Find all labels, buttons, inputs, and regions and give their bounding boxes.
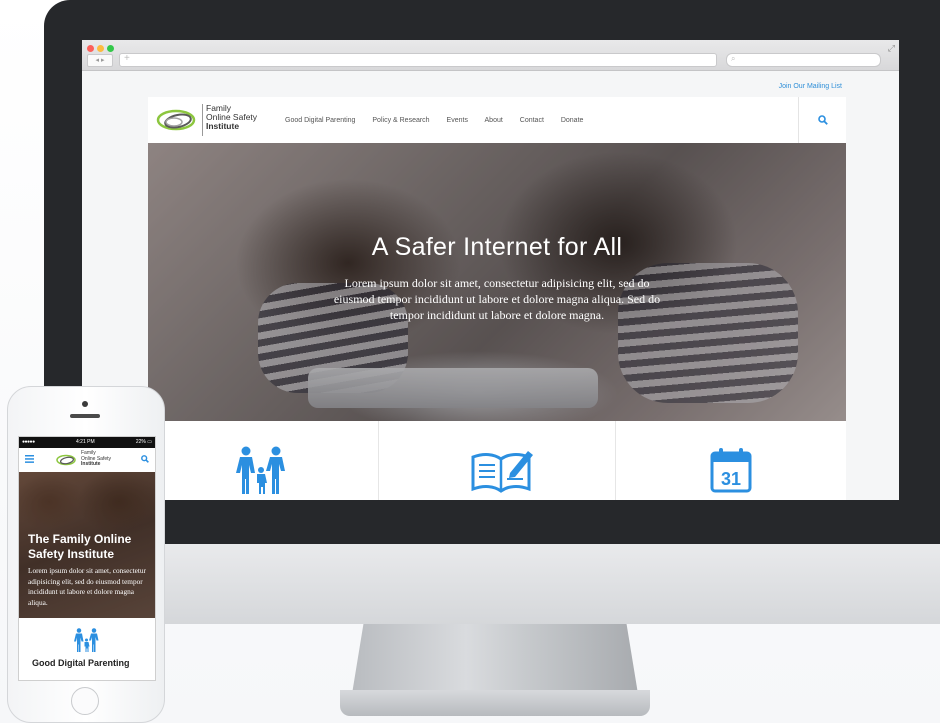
mobile-feature-parenting[interactable]: Good Digital Parenting [19,618,155,680]
feature-row: 31 [148,421,846,500]
browser-search-field[interactable]: ⌕ [726,53,881,67]
feature-parenting[interactable] [148,421,379,500]
hero-title: A Safer Internet for All [371,233,623,261]
browser-toolbar: ◂ ▸ + ⌕ ⤢ [82,40,899,71]
battery-indicator: 22% ▭ [135,439,152,445]
mobile-hero-title: The Family Online Safety Institute [28,532,132,561]
mobile-hero-text: Lorem ipsum dolor sit amet, consectetur … [28,566,146,607]
status-time: 4:21 PM [76,439,95,445]
nav-item-policy-research[interactable]: Policy & Research [372,117,429,124]
address-bar[interactable]: + [119,53,717,67]
logo-line-3: Institute [81,461,101,468]
new-tab-icon[interactable]: + [124,53,130,64]
logo-wordmark: Family Online Safety Institute [206,104,257,131]
nav-item-donate[interactable]: Donate [561,117,584,124]
logo-divider [202,104,203,136]
iphone-frame: ●●●●● 4:21 PM 22% ▭ Family Online Safety… [7,386,165,723]
fosi-logo-icon[interactable] [55,452,79,468]
search-icon[interactable] [141,455,149,463]
phone-camera [82,401,88,407]
mobile-feature-label: Good Digital Parenting [32,658,130,668]
book-pencil-icon [471,451,533,493]
imac-stand [352,624,638,694]
nav-item-good-digital-parenting[interactable]: Good Digital Parenting [285,117,355,124]
site-search-button[interactable] [798,97,846,143]
hero-photo-tablet [308,368,598,408]
logo-line-3: Institute [206,121,240,131]
mobile-header: Family Online Safety Institute [19,448,155,473]
hamburger-menu-icon[interactable] [25,455,34,463]
fosi-logo-icon [156,109,196,131]
mobile-status-bar: ●●●●● 4:21 PM 22% ▭ [19,437,155,448]
search-icon: ⌕ [731,54,736,63]
signal-indicator: ●●●●● [22,439,35,445]
fullscreen-icon[interactable]: ⤢ [888,43,895,54]
home-button[interactable] [71,687,99,715]
close-window-button[interactable] [87,45,94,52]
feature-research[interactable] [378,421,616,500]
hero-banner: A Safer Internet for All Lorem ipsum dol… [148,143,846,421]
desktop-screen: ◂ ▸ + ⌕ ⤢ Join Our Mailing List Family O… [82,40,899,500]
phone-speaker [70,414,100,418]
minimize-window-button[interactable] [97,45,104,52]
family-icon [74,628,99,652]
mailing-list-link[interactable]: Join Our Mailing List [779,83,842,90]
zoom-window-button[interactable] [107,45,114,52]
mobile-logo-wordmark: Family Online Safety Institute [81,450,111,468]
imac-foot [340,690,650,716]
nav-item-contact[interactable]: Contact [520,117,544,124]
family-icon [236,446,285,494]
site-header: Family Online Safety Institute Good Digi… [148,97,846,143]
back-forward-buttons[interactable]: ◂ ▸ [87,54,113,67]
search-icon [818,115,828,125]
nav-item-events[interactable]: Events [447,117,468,124]
nav-item-about[interactable]: About [485,117,503,124]
main-nav: Good Digital Parenting Policy & Research… [285,117,598,124]
fosi-logo[interactable]: Family Online Safety Institute [156,104,266,136]
hero-text: Lorem ipsum dolor sit amet, consectetur … [333,276,661,322]
feature-events[interactable]: 31 [615,421,846,500]
imac-chin [44,544,940,624]
calendar-day: 31 [721,469,741,489]
mobile-hero-banner: The Family Online Safety Institute Lorem… [19,472,155,618]
mobile-screen: ●●●●● 4:21 PM 22% ▭ Family Online Safety… [18,436,156,681]
calendar-icon: 31 [710,448,752,493]
